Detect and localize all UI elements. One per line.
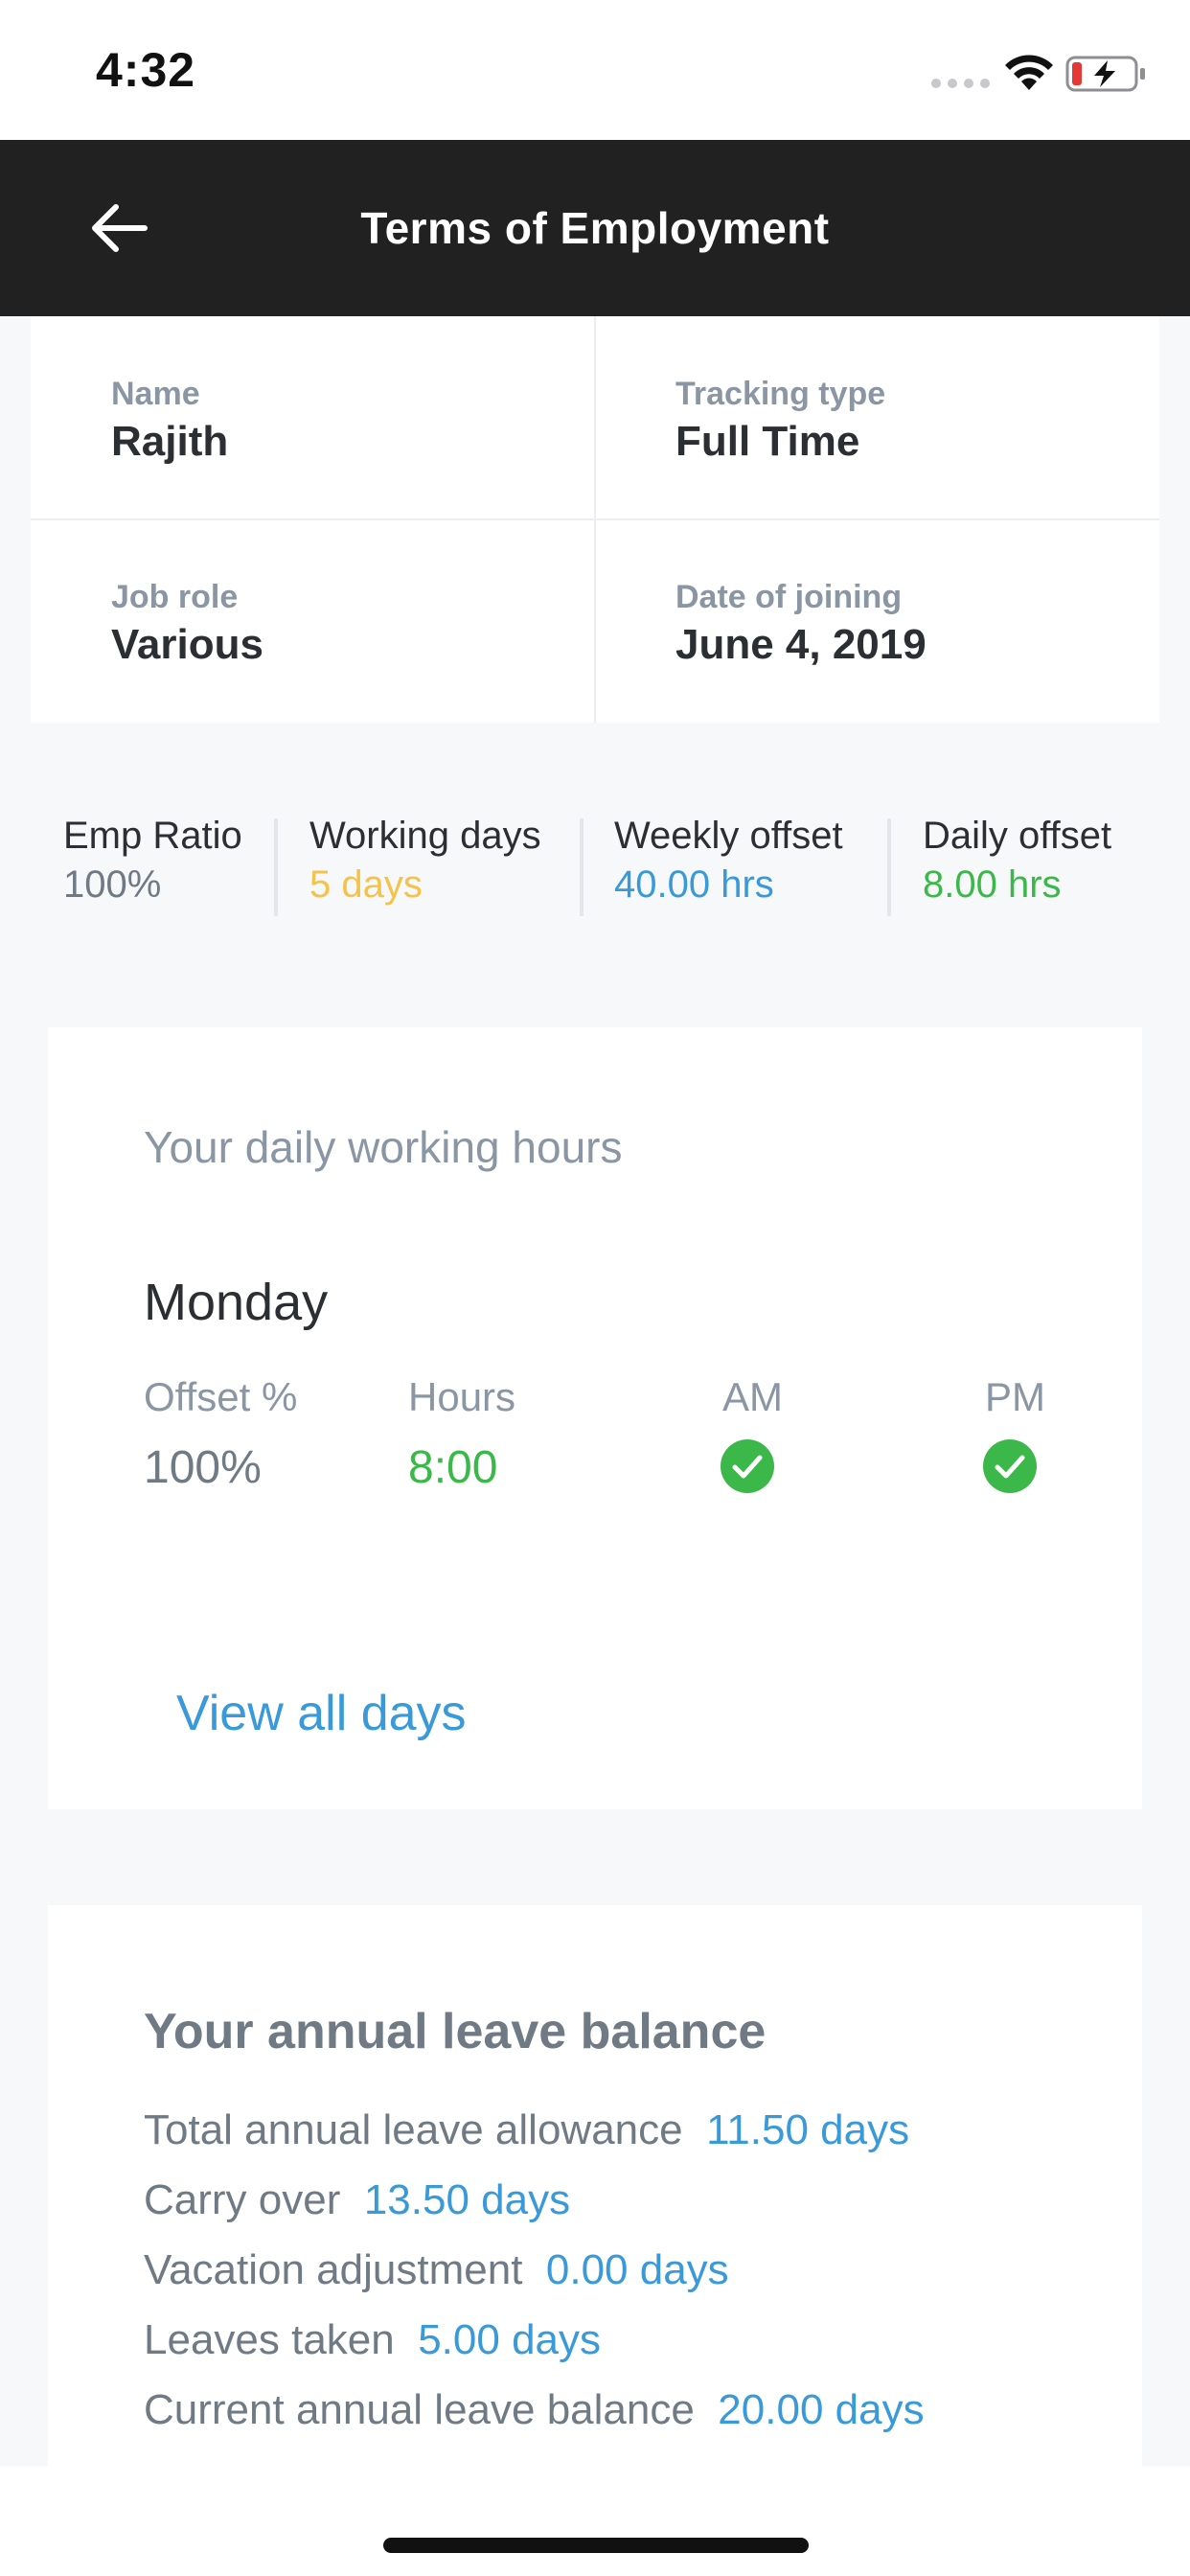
battery-charging-icon (1065, 56, 1145, 92)
leave-row-label: Current annual leave balance (144, 2386, 695, 2433)
leave-row: Current annual leave balance 20.00 days (144, 2386, 925, 2434)
tracking-type-cell: Tracking type Full Time (595, 316, 1159, 519)
leave-row: Vacation adjustment 0.00 days (144, 2246, 729, 2294)
bottom-safe-area (0, 2467, 1190, 2576)
joining-date-cell: Date of joining June 4, 2019 (595, 519, 1159, 723)
app-header: Terms of Employment (0, 140, 1190, 316)
joining-date-label: Date of joining (675, 579, 903, 615)
leave-row-label: Vacation adjustment (144, 2246, 523, 2293)
arrow-left-icon (92, 204, 148, 252)
status-bar: 4:32 (0, 0, 1190, 140)
am-header: AM (722, 1374, 783, 1419)
daily-hours-card: Your daily working hours Monday Offset %… (48, 1027, 1142, 1809)
leave-row-value: 13.50 days (352, 2176, 571, 2223)
stat-weekly-offset: Weekly offset 40.00 hrs (614, 815, 843, 920)
stat-emp-ratio: Emp Ratio 100% (63, 815, 242, 920)
stat-daily-offset: Daily offset 8.00 hrs (923, 815, 1111, 920)
view-all-days-link[interactable]: View all days (176, 1685, 467, 1742)
home-indicator[interactable] (383, 2538, 809, 2553)
stat-value: 100% (63, 863, 162, 906)
page-title: Terms of Employment (360, 203, 830, 253)
stat-label: Daily offset (923, 815, 1112, 857)
stat-divider (887, 818, 891, 916)
stat-label: Working days (309, 815, 541, 857)
pm-check-icon (983, 1439, 1037, 1493)
stat-working-days: Working days 5 days (309, 815, 541, 920)
tracking-type-label: Tracking type (675, 376, 886, 412)
day-name: Monday (144, 1274, 329, 1331)
stat-divider (274, 818, 278, 916)
leave-row-value: 5.00 days (405, 2316, 602, 2363)
stat-value: 40.00 hrs (614, 863, 774, 906)
joining-date-value: June 4, 2019 (675, 621, 927, 668)
tracking-type-value: Full Time (675, 418, 860, 465)
hours-value: 8:00 (408, 1442, 498, 1493)
leave-row-label: Total annual leave allowance (144, 2106, 683, 2153)
leave-row-value: 20.00 days (706, 2386, 925, 2433)
cellular-signal-icon (931, 79, 990, 88)
back-button[interactable] (79, 188, 159, 268)
job-role-value: Various (111, 621, 263, 668)
annual-leave-card: Your annual leave balance Total annual l… (48, 1905, 1142, 2467)
stat-label: Emp Ratio (63, 815, 242, 857)
leave-row-label: Carry over (144, 2176, 341, 2223)
leave-row-value: 11.50 days (694, 2106, 910, 2153)
annual-leave-title: Your annual leave balance (144, 2004, 767, 2059)
leave-row: Leaves taken 5.00 days (144, 2316, 601, 2364)
stat-value: 8.00 hrs (923, 863, 1062, 906)
employee-info-grid: Name Rajith Tracking type Full Time Job … (31, 316, 1159, 723)
stat-divider (580, 818, 584, 916)
leave-row: Carry over 13.50 days (144, 2176, 570, 2224)
leave-row-value: 0.00 days (534, 2246, 729, 2293)
grid-divider-horizontal (31, 518, 1159, 520)
job-role-label: Job role (111, 579, 239, 615)
offset-header: Offset % (144, 1374, 298, 1419)
status-time: 4:32 (96, 43, 196, 97)
name-label: Name (111, 376, 200, 412)
leave-row-label: Leaves taken (144, 2316, 395, 2363)
stat-value: 5 days (309, 863, 423, 906)
am-check-icon (721, 1439, 774, 1493)
name-value: Rajith (111, 418, 229, 465)
pm-header: PM (985, 1374, 1045, 1419)
job-role-cell: Job role Various (31, 519, 595, 723)
offset-value: 100% (144, 1442, 262, 1493)
name-cell: Name Rajith (31, 316, 595, 519)
offset-stats: Emp Ratio 100% Working days 5 days Weekl… (0, 815, 1190, 920)
wifi-icon (1005, 55, 1053, 90)
stat-label: Weekly offset (614, 815, 843, 857)
leave-row: Total annual leave allowance 11.50 days (144, 2106, 909, 2154)
daily-hours-title: Your daily working hours (144, 1122, 623, 1172)
hours-header: Hours (408, 1374, 516, 1419)
